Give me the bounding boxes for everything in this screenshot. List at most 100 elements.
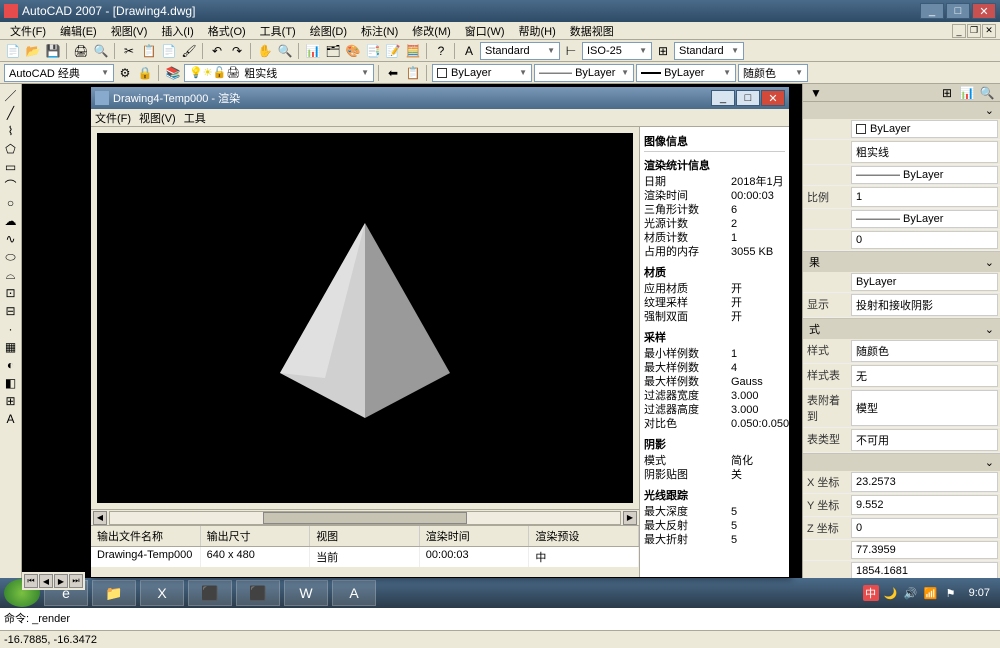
ime-button[interactable]: 中 — [863, 585, 879, 601]
tray-volume-icon[interactable]: 🔊 — [903, 585, 919, 601]
menu-draw[interactable]: 绘图(D) — [304, 22, 353, 40]
preview-icon[interactable]: 🔍 — [92, 42, 110, 60]
child-restore[interactable]: ❐ — [967, 24, 981, 38]
tablestyle-icon[interactable]: ⊞ — [654, 42, 672, 60]
ellipse-icon[interactable]: ⬭ — [1, 248, 21, 266]
prop-value[interactable]: ByLayer — [851, 273, 998, 291]
scroll-thumb[interactable] — [263, 512, 467, 524]
scroll-right[interactable]: ▶ — [623, 511, 637, 525]
zoom-icon[interactable]: 🔍 — [276, 42, 294, 60]
circle-icon[interactable]: ○ — [1, 194, 21, 212]
workspace-settings-icon[interactable]: ⚙ — [116, 64, 134, 82]
ellipse-arc-icon[interactable]: ⌓ — [1, 266, 21, 284]
th-preset[interactable]: 渲染预设 — [529, 526, 639, 546]
render-maximize[interactable]: □ — [736, 90, 760, 106]
prop-section-header[interactable]: 式⌄ — [803, 319, 1000, 339]
pan-icon[interactable]: ✋ — [256, 42, 274, 60]
markup-icon[interactable]: 📝 — [384, 42, 402, 60]
lineweight-combo[interactable]: ByLayer▼ — [636, 64, 736, 82]
tool-palette-icon[interactable]: 🎨 — [344, 42, 362, 60]
prop-value[interactable]: 模型 — [851, 390, 998, 426]
text-style-combo[interactable]: Standard▼ — [480, 42, 560, 60]
paste-icon[interactable]: 📄 — [160, 42, 178, 60]
color-combo[interactable]: ByLayer▼ — [432, 64, 532, 82]
open-icon[interactable]: 📂 — [24, 42, 42, 60]
dim-style-combo[interactable]: ISO-25▼ — [582, 42, 652, 60]
th-filename[interactable]: 输出文件名称 — [91, 526, 201, 546]
mtext-icon[interactable]: A — [1, 410, 21, 428]
workspace-save-icon[interactable]: 🔒 — [136, 64, 154, 82]
menu-view[interactable]: 视图(V) — [105, 22, 154, 40]
menu-format[interactable]: 格式(O) — [202, 22, 252, 40]
prop-value[interactable]: ———— ByLayer — [851, 166, 998, 184]
spline-icon[interactable]: ∿ — [1, 230, 21, 248]
tray-moon-icon[interactable]: 🌙 — [883, 585, 899, 601]
design-center-icon[interactable]: 🗂 — [324, 42, 342, 60]
cut-icon[interactable]: ✂ — [120, 42, 138, 60]
polygon-icon[interactable]: ⬠ — [1, 140, 21, 158]
task-app1[interactable]: ⬛ — [188, 580, 232, 606]
linetype-combo[interactable]: ——— ByLayer▼ — [534, 64, 634, 82]
panel-combo-icon[interactable]: ▼ — [807, 84, 825, 102]
make-block-icon[interactable]: ⊟ — [1, 302, 21, 320]
insert-block-icon[interactable]: ⊡ — [1, 284, 21, 302]
render-menu-file[interactable]: 文件(F) — [95, 110, 131, 126]
prop-value[interactable]: 不可用 — [851, 429, 998, 451]
textstyle-icon[interactable]: A — [460, 42, 478, 60]
sheet-set-icon[interactable]: 📑 — [364, 42, 382, 60]
prop-value[interactable]: ———— ByLayer — [851, 210, 998, 228]
prop-value[interactable]: 77.3959 — [851, 541, 998, 559]
maximize-button[interactable]: □ — [946, 3, 970, 19]
match-icon[interactable]: 🖌 — [180, 42, 198, 60]
rectangle-icon[interactable]: ▭ — [1, 158, 21, 176]
render-close[interactable]: ✕ — [761, 90, 785, 106]
pline-icon[interactable]: ⌇ — [1, 122, 21, 140]
tab-next[interactable]: ▶ — [54, 574, 68, 588]
th-view[interactable]: 视图 — [310, 526, 420, 546]
panel-pim-icon[interactable]: 📊 — [958, 84, 976, 102]
layer-combo[interactable]: 💡☀🔓🖨 粗实线▼ — [184, 64, 374, 82]
menu-file[interactable]: 文件(F) — [4, 22, 52, 40]
copy-icon[interactable]: 📋 — [140, 42, 158, 60]
th-size[interactable]: 输出尺寸 — [201, 526, 311, 546]
layer-manager-icon[interactable]: 📚 — [164, 64, 182, 82]
arc-icon[interactable]: ⌒ — [1, 176, 21, 194]
print-icon[interactable]: 🖨 — [72, 42, 90, 60]
prop-value[interactable]: 1 — [851, 187, 998, 207]
menu-dimension[interactable]: 标注(N) — [355, 22, 404, 40]
prop-value[interactable]: 随颜色 — [851, 340, 998, 362]
tray-network-icon[interactable]: 📶 — [923, 585, 939, 601]
render-menu-view[interactable]: 视图(V) — [139, 110, 176, 126]
minimize-button[interactable]: _ — [920, 3, 944, 19]
prop-value[interactable]: 0 — [851, 231, 998, 249]
tab-prev[interactable]: ◀ — [39, 574, 53, 588]
layer-prev-icon[interactable]: ⬅ — [384, 64, 402, 82]
xline-icon[interactable]: ╱ — [1, 104, 21, 122]
menu-modify[interactable]: 修改(M) — [406, 22, 457, 40]
prop-value[interactable]: 9.552 — [851, 495, 998, 515]
menu-insert[interactable]: 插入(I) — [155, 22, 199, 40]
hatch-icon[interactable]: ▦ — [1, 338, 21, 356]
scroll-left[interactable]: ◀ — [93, 511, 107, 525]
child-close[interactable]: ✕ — [982, 24, 996, 38]
tab-first[interactable]: ⏮ — [24, 574, 38, 588]
prop-value[interactable]: 投射和接收阴影 — [851, 294, 998, 316]
region-icon[interactable]: ◧ — [1, 374, 21, 392]
prop-section-header[interactable]: ⌄ — [803, 102, 1000, 119]
redo-icon[interactable]: ↷ — [228, 42, 246, 60]
menu-dataview[interactable]: 数据视图 — [564, 22, 620, 40]
point-icon[interactable]: · — [1, 320, 21, 338]
task-autocad[interactable]: A — [332, 580, 376, 606]
dimstyle-icon[interactable]: ⊢ — [562, 42, 580, 60]
prop-value[interactable]: 0 — [851, 518, 998, 538]
undo-icon[interactable]: ↶ — [208, 42, 226, 60]
tab-last[interactable]: ⏭ — [69, 574, 83, 588]
calc-icon[interactable]: 🧮 — [404, 42, 422, 60]
task-explorer[interactable]: 📁 — [92, 580, 136, 606]
clock[interactable]: 9:07 — [963, 587, 996, 599]
menu-edit[interactable]: 编辑(E) — [54, 22, 103, 40]
gradient-icon[interactable]: ◐ — [1, 356, 21, 374]
render-minimize[interactable]: _ — [711, 90, 735, 106]
menu-window[interactable]: 窗口(W) — [459, 22, 511, 40]
save-icon[interactable]: 💾 — [44, 42, 62, 60]
